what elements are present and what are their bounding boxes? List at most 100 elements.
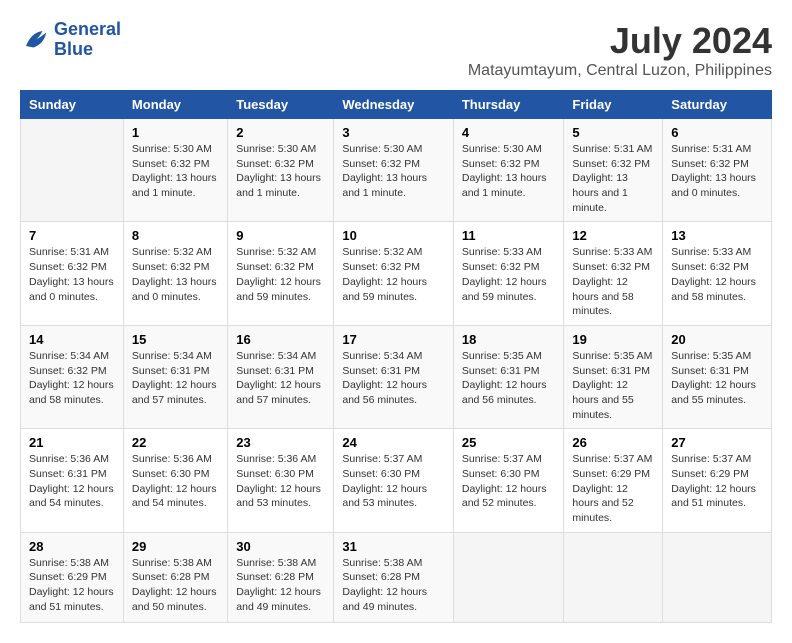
weekday-header: Friday [564, 91, 663, 119]
day-info: Sunrise: 5:37 AMSunset: 6:29 PMDaylight:… [671, 452, 763, 511]
day-info: Sunrise: 5:38 AMSunset: 6:28 PMDaylight:… [342, 556, 445, 615]
calendar-cell: 14 Sunrise: 5:34 AMSunset: 6:32 PMDayligh… [21, 325, 124, 428]
day-number: 27 [671, 435, 763, 450]
calendar-cell: 31 Sunrise: 5:38 AMSunset: 6:28 PMDayligh… [334, 532, 454, 622]
weekday-header: Monday [123, 91, 227, 119]
day-number: 15 [132, 332, 219, 347]
day-info: Sunrise: 5:30 AMSunset: 6:32 PMDaylight:… [462, 142, 556, 201]
day-number: 29 [132, 539, 219, 554]
day-info: Sunrise: 5:31 AMSunset: 6:32 PMDaylight:… [671, 142, 763, 201]
day-number: 8 [132, 228, 219, 243]
calendar-week-row: 1 Sunrise: 5:30 AMSunset: 6:32 PMDaylight… [21, 119, 772, 222]
day-number: 23 [236, 435, 325, 450]
day-number: 6 [671, 125, 763, 140]
day-info: Sunrise: 5:34 AMSunset: 6:31 PMDaylight:… [236, 349, 325, 408]
weekday-row: SundayMondayTuesdayWednesdayThursdayFrid… [21, 91, 772, 119]
day-info: Sunrise: 5:38 AMSunset: 6:28 PMDaylight:… [132, 556, 219, 615]
location-title: Matayumtayum, Central Luzon, Philippines [468, 62, 772, 80]
calendar-week-row: 21Sunrise: 5:36 AMSunset: 6:31 PMDayligh… [21, 429, 772, 532]
calendar-cell: 28 Sunrise: 5:38 AMSunset: 6:29 PMDayligh… [21, 532, 124, 622]
calendar-table: SundayMondayTuesdayWednesdayThursdayFrid… [20, 90, 772, 623]
day-number: 24 [342, 435, 445, 450]
calendar-cell: 11 Sunrise: 5:33 AMSunset: 6:32 PMDayligh… [453, 222, 564, 325]
calendar-cell: 27 Sunrise: 5:37 AMSunset: 6:29 PMDayligh… [663, 429, 772, 532]
calendar-cell: 5 Sunrise: 5:31 AMSunset: 6:32 PMDaylight… [564, 119, 663, 222]
day-info: Sunrise: 5:34 AMSunset: 6:32 PMDaylight:… [29, 349, 115, 408]
day-info: Sunrise: 5:35 AMSunset: 6:31 PMDaylight:… [462, 349, 556, 408]
calendar-cell [453, 532, 564, 622]
calendar-cell: 23 Sunrise: 5:36 AMSunset: 6:30 PMDayligh… [228, 429, 334, 532]
calendar-cell: 15 Sunrise: 5:34 AMSunset: 6:31 PMDayligh… [123, 325, 227, 428]
day-info: Sunrise: 5:35 AMSunset: 6:31 PMDaylight:… [671, 349, 763, 408]
calendar-cell: 30 Sunrise: 5:38 AMSunset: 6:28 PMDayligh… [228, 532, 334, 622]
day-number: 4 [462, 125, 556, 140]
calendar-cell: 29 Sunrise: 5:38 AMSunset: 6:28 PMDayligh… [123, 532, 227, 622]
day-info: Sunrise: 5:36 AMSunset: 6:30 PMDaylight:… [236, 452, 325, 511]
logo-text: General Blue [54, 20, 121, 60]
day-info: Sunrise: 5:36 AMSunset: 6:30 PMDaylight:… [132, 452, 219, 511]
calendar-week-row: 7Sunrise: 5:31 AMSunset: 6:32 PMDaylight… [21, 222, 772, 325]
day-info: Sunrise: 5:33 AMSunset: 6:32 PMDaylight:… [462, 245, 556, 304]
day-number: 3 [342, 125, 445, 140]
logo-icon [20, 25, 50, 55]
title-section: July 2024 Matayumtayum, Central Luzon, P… [468, 20, 772, 80]
calendar-cell: 13Sunrise: 5:33 AMSunset: 6:32 PMDayligh… [663, 222, 772, 325]
calendar-cell: 17 Sunrise: 5:34 AMSunset: 6:31 PMDayligh… [334, 325, 454, 428]
day-number: 10 [342, 228, 445, 243]
day-number: 21 [29, 435, 115, 450]
calendar-cell: 21Sunrise: 5:36 AMSunset: 6:31 PMDayligh… [21, 429, 124, 532]
day-number: 31 [342, 539, 445, 554]
calendar-cell: 22 Sunrise: 5:36 AMSunset: 6:30 PMDayligh… [123, 429, 227, 532]
day-info: Sunrise: 5:37 AMSunset: 6:30 PMDaylight:… [342, 452, 445, 511]
day-info: Sunrise: 5:38 AMSunset: 6:29 PMDaylight:… [29, 556, 115, 615]
day-info: Sunrise: 5:30 AMSunset: 6:32 PMDaylight:… [236, 142, 325, 201]
calendar-cell: 2 Sunrise: 5:30 AMSunset: 6:32 PMDaylight… [228, 119, 334, 222]
calendar-cell: 7Sunrise: 5:31 AMSunset: 6:32 PMDaylight… [21, 222, 124, 325]
calendar-cell: 20 Sunrise: 5:35 AMSunset: 6:31 PMDayligh… [663, 325, 772, 428]
calendar-body: 1 Sunrise: 5:30 AMSunset: 6:32 PMDaylight… [21, 119, 772, 623]
day-number: 1 [132, 125, 219, 140]
calendar-cell: 1 Sunrise: 5:30 AMSunset: 6:32 PMDaylight… [123, 119, 227, 222]
day-number: 22 [132, 435, 219, 450]
day-number: 28 [29, 539, 115, 554]
weekday-header: Tuesday [228, 91, 334, 119]
calendar-week-row: 28 Sunrise: 5:38 AMSunset: 6:29 PMDayligh… [21, 532, 772, 622]
day-number: 5 [572, 125, 654, 140]
day-number: 25 [462, 435, 556, 450]
calendar-cell [21, 119, 124, 222]
weekday-header: Wednesday [334, 91, 454, 119]
calendar-cell: 8Sunrise: 5:32 AMSunset: 6:32 PMDaylight… [123, 222, 227, 325]
calendar-cell: 12Sunrise: 5:33 AMSunset: 6:32 PMDayligh… [564, 222, 663, 325]
calendar-cell [663, 532, 772, 622]
calendar-cell: 26 Sunrise: 5:37 AMSunset: 6:29 PMDayligh… [564, 429, 663, 532]
day-number: 14 [29, 332, 115, 347]
day-number: 30 [236, 539, 325, 554]
logo: General Blue [20, 20, 121, 60]
day-info: Sunrise: 5:31 AMSunset: 6:32 PMDaylight:… [572, 142, 654, 215]
calendar-cell: 19Sunrise: 5:35 AMSunset: 6:31 PMDayligh… [564, 325, 663, 428]
day-number: 13 [671, 228, 763, 243]
day-number: 7 [29, 228, 115, 243]
day-info: Sunrise: 5:34 AMSunset: 6:31 PMDaylight:… [342, 349, 445, 408]
calendar-cell: 24 Sunrise: 5:37 AMSunset: 6:30 PMDayligh… [334, 429, 454, 532]
day-info: Sunrise: 5:30 AMSunset: 6:32 PMDaylight:… [132, 142, 219, 201]
day-info: Sunrise: 5:38 AMSunset: 6:28 PMDaylight:… [236, 556, 325, 615]
calendar-cell: 10Sunrise: 5:32 AMSunset: 6:32 PMDayligh… [334, 222, 454, 325]
day-info: Sunrise: 5:34 AMSunset: 6:31 PMDaylight:… [132, 349, 219, 408]
month-title: July 2024 [468, 20, 772, 62]
day-number: 26 [572, 435, 654, 450]
day-number: 2 [236, 125, 325, 140]
day-info: Sunrise: 5:32 AMSunset: 6:32 PMDaylight:… [236, 245, 325, 304]
day-number: 17 [342, 332, 445, 347]
day-number: 20 [671, 332, 763, 347]
day-number: 12 [572, 228, 654, 243]
calendar-cell: 18Sunrise: 5:35 AMSunset: 6:31 PMDayligh… [453, 325, 564, 428]
day-number: 16 [236, 332, 325, 347]
day-info: Sunrise: 5:35 AMSunset: 6:31 PMDaylight:… [572, 349, 654, 422]
calendar-week-row: 14 Sunrise: 5:34 AMSunset: 6:32 PMDayligh… [21, 325, 772, 428]
weekday-header: Saturday [663, 91, 772, 119]
day-number: 11 [462, 228, 556, 243]
calendar-cell: 25Sunrise: 5:37 AMSunset: 6:30 PMDayligh… [453, 429, 564, 532]
weekday-header: Sunday [21, 91, 124, 119]
day-info: Sunrise: 5:37 AMSunset: 6:29 PMDaylight:… [572, 452, 654, 525]
